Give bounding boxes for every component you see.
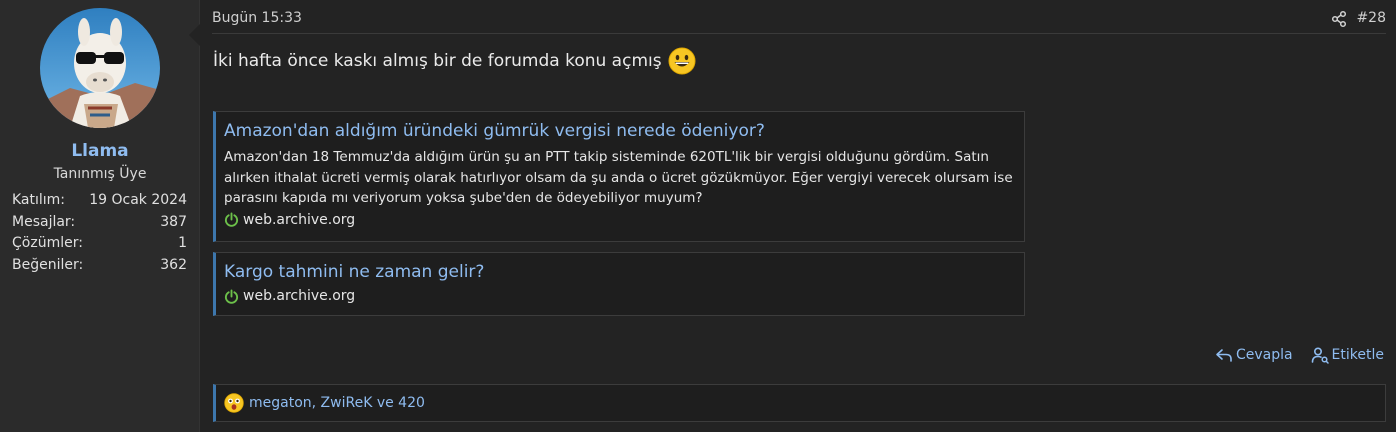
tag-label: Etiketle	[1331, 347, 1384, 363]
reply-icon	[1216, 349, 1232, 362]
link-preview-description: Amazon'dan 18 Temmuz'da aldığım ürün şu …	[224, 149, 1013, 206]
post-number[interactable]: #28	[1356, 10, 1386, 26]
stat-messages: Mesajlar: 387	[12, 212, 187, 234]
power-icon	[224, 212, 239, 227]
reply-button[interactable]: Cevapla	[1215, 346, 1293, 364]
llama-avatar-image	[40, 8, 160, 128]
link-preview-title[interactable]: Kargo tahmini ne zaman gelir?	[224, 261, 1014, 283]
stat-label: Beğeniler:	[12, 256, 84, 273]
tag-button[interactable]: Etiketle	[1311, 346, 1384, 364]
grinning-emoji-icon	[668, 47, 696, 75]
stat-value: 387	[160, 213, 187, 230]
stat-label: Katılım:	[12, 192, 66, 208]
reactions-bar[interactable]: megaton, ZwiReK ve 420	[213, 384, 1386, 422]
post-date[interactable]: Bugün 15:33	[212, 10, 302, 26]
link-preview-card[interactable]: Amazon'dan aldığım üründeki gümrük vergi…	[213, 111, 1025, 242]
link-preview-card[interactable]: Kargo tahmini ne zaman gelir? web.archiv…	[213, 252, 1025, 316]
avatar[interactable]	[40, 8, 160, 128]
link-preview-domain: web.archive.org	[243, 211, 356, 228]
sidebar-pointer	[189, 24, 200, 46]
user-title: Tanınmış Üye	[53, 166, 147, 182]
stat-likes: Beğeniler: 362	[12, 255, 187, 277]
user-stats: Katılım: 19 Ocak 2024 Mesajlar: 387 Çözü…	[12, 190, 187, 276]
post-message-text: İki hafta önce kaskı almış bir de forumd…	[213, 51, 662, 71]
stat-label: Çözümler:	[12, 235, 83, 251]
user-tag-icon	[1311, 347, 1329, 364]
user-sidebar: Llama Tanınmış Üye Katılım: 19 Ocak 2024…	[0, 0, 200, 432]
post-header: Bugün 15:33 #28	[212, 10, 1386, 34]
post-body: Bugün 15:33 #28 İki hafta önce kaskı alm…	[200, 0, 1396, 432]
stat-value: 19 Ocak 2024	[89, 192, 187, 208]
reply-label: Cevapla	[1235, 347, 1293, 363]
power-icon	[224, 288, 239, 304]
share-icon[interactable]	[1330, 10, 1348, 28]
link-preview-source[interactable]: web.archive.org	[224, 212, 1014, 228]
stat-solutions: Çözümler: 1	[12, 233, 187, 255]
link-preview-source[interactable]: web.archive.org	[224, 288, 1014, 304]
astonished-emoji-icon	[224, 393, 244, 413]
link-preview-domain: web.archive.org	[243, 288, 356, 304]
stat-label: Mesajlar:	[12, 213, 76, 230]
reactions-list[interactable]: megaton, ZwiReK ve 420	[249, 395, 425, 411]
stat-value: 1	[178, 235, 187, 251]
post-actions: Cevapla Etiketle	[1215, 346, 1384, 364]
link-preview-title[interactable]: Amazon'dan aldığım üründeki gümrük vergi…	[224, 120, 1014, 142]
post-message: İki hafta önce kaskı almış bir de forumd…	[213, 47, 696, 75]
stat-value: 362	[160, 256, 187, 273]
stat-joined: Katılım: 19 Ocak 2024	[12, 190, 187, 212]
username[interactable]: Llama	[0, 141, 200, 161]
